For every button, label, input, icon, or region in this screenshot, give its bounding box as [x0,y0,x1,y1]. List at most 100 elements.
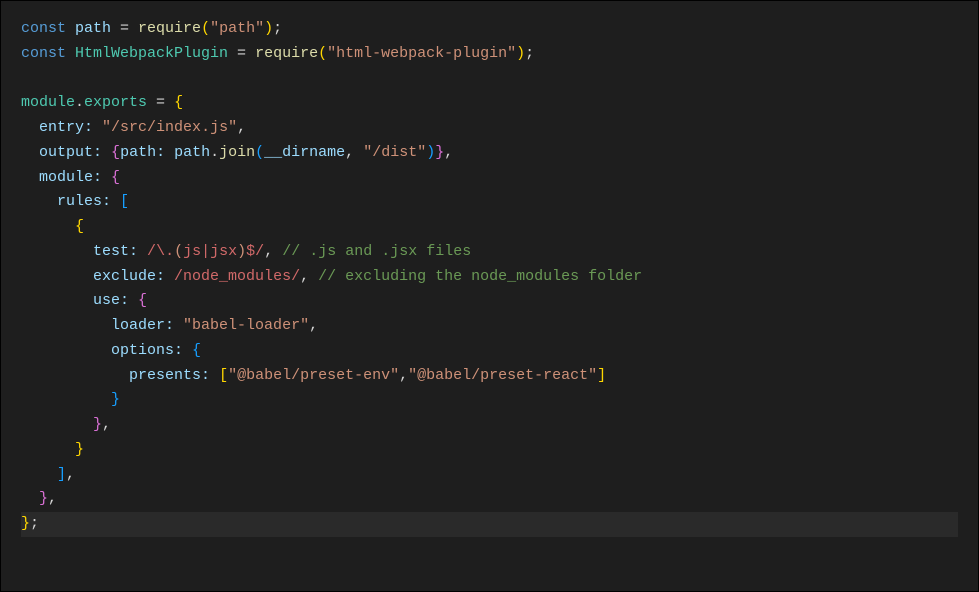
code-token: "/dist" [363,144,426,161]
code-token [111,193,120,210]
code-token: { [111,144,120,161]
code-line[interactable]: options: { [21,339,958,364]
code-token: } [21,515,30,532]
code-token [21,292,93,309]
code-token: rules: [57,193,111,210]
code-token [129,292,138,309]
code-token: entry: [39,119,93,136]
code-token: , [300,268,318,285]
code-token: exclude: [93,268,165,285]
code-token: } [39,490,48,507]
code-token [102,169,111,186]
code-token: loader: [111,317,174,334]
code-line[interactable]: output: {path: path.join(__dirname, "/di… [21,141,958,166]
code-token: presents: [129,367,210,384]
code-token: = [228,45,255,62]
code-line[interactable]: ], [21,463,958,488]
code-token: ] [57,466,66,483]
code-line[interactable]: module: { [21,166,958,191]
code-token [102,144,111,161]
code-line[interactable]: exclude: /node_modules/, // excluding th… [21,265,958,290]
code-token: "html-webpack-plugin" [327,45,516,62]
code-line[interactable]: } [21,388,958,413]
code-token: HtmlWebpackPlugin [75,45,228,62]
code-line[interactable]: }; [21,512,958,537]
code-token: ) [426,144,435,161]
code-line[interactable]: const HtmlWebpackPlugin = require("html-… [21,42,958,67]
code-token [21,416,93,433]
code-token: require [255,45,318,62]
code-token: const [21,45,75,62]
code-token [21,317,111,334]
code-token: path: [120,144,165,161]
code-line[interactable]: rules: [ [21,190,958,215]
code-token: const [21,20,75,37]
code-token: jsx [210,243,237,260]
code-token: ; [30,515,39,532]
code-token: // .js and .jsx files [282,243,471,260]
code-token: ) [264,20,273,37]
code-token: / [255,243,264,260]
code-token: , [345,144,363,161]
code-line[interactable]: module.exports = { [21,91,958,116]
code-token: } [435,144,444,161]
code-token: path [174,144,210,161]
code-token [21,268,93,285]
code-token: output: [39,144,102,161]
code-line[interactable]: presents: ["@babel/preset-env","@babel/p… [21,364,958,389]
code-token: , [237,119,246,136]
code-token: / [147,243,156,260]
code-line[interactable]: { [21,215,958,240]
code-token: join [219,144,255,161]
code-token: , [102,416,111,433]
code-token: ; [273,20,282,37]
code-line[interactable]: entry: "/src/index.js", [21,116,958,141]
code-token: js [183,243,201,260]
code-line[interactable]: } [21,438,958,463]
code-token: ( [318,45,327,62]
code-line[interactable]: test: /\.(js|jsx)$/, // .js and .jsx fil… [21,240,958,265]
code-token: . [75,94,84,111]
code-token [21,193,57,210]
code-token [210,367,219,384]
code-line[interactable]: use: { [21,289,958,314]
code-token [174,317,183,334]
code-token [21,391,111,408]
code-token: ( [174,243,183,260]
code-token [138,243,147,260]
code-token: , [66,466,75,483]
code-token: require [138,20,201,37]
code-token [21,466,57,483]
code-token: , [264,243,282,260]
code-token: { [75,218,84,235]
code-token [165,144,174,161]
code-token: ( [255,144,264,161]
code-token: \. [156,243,174,260]
code-token: { [192,342,201,359]
code-token: /node_modules/ [174,268,300,285]
code-line[interactable]: }, [21,487,958,512]
code-line[interactable]: }, [21,413,958,438]
code-line[interactable] [21,67,958,92]
code-token: } [75,441,84,458]
code-token: } [93,416,102,433]
code-token: , [48,490,57,507]
code-token: module [21,94,75,111]
code-token: "@babel/preset-react" [408,367,597,384]
code-token [21,169,39,186]
code-token: [ [219,367,228,384]
code-token: module: [39,169,102,186]
code-line[interactable]: loader: "babel-loader", [21,314,958,339]
code-token: ; [525,45,534,62]
code-token [21,342,111,359]
code-token [21,218,75,235]
code-token [21,144,39,161]
code-line[interactable]: const path = require("path"); [21,17,958,42]
code-editor[interactable]: const path = require("path");const HtmlW… [21,17,958,537]
code-token: , [309,317,318,334]
code-token: . [210,144,219,161]
code-token: , [444,144,453,161]
code-token [21,70,30,87]
code-token: { [111,169,120,186]
code-token [183,342,192,359]
